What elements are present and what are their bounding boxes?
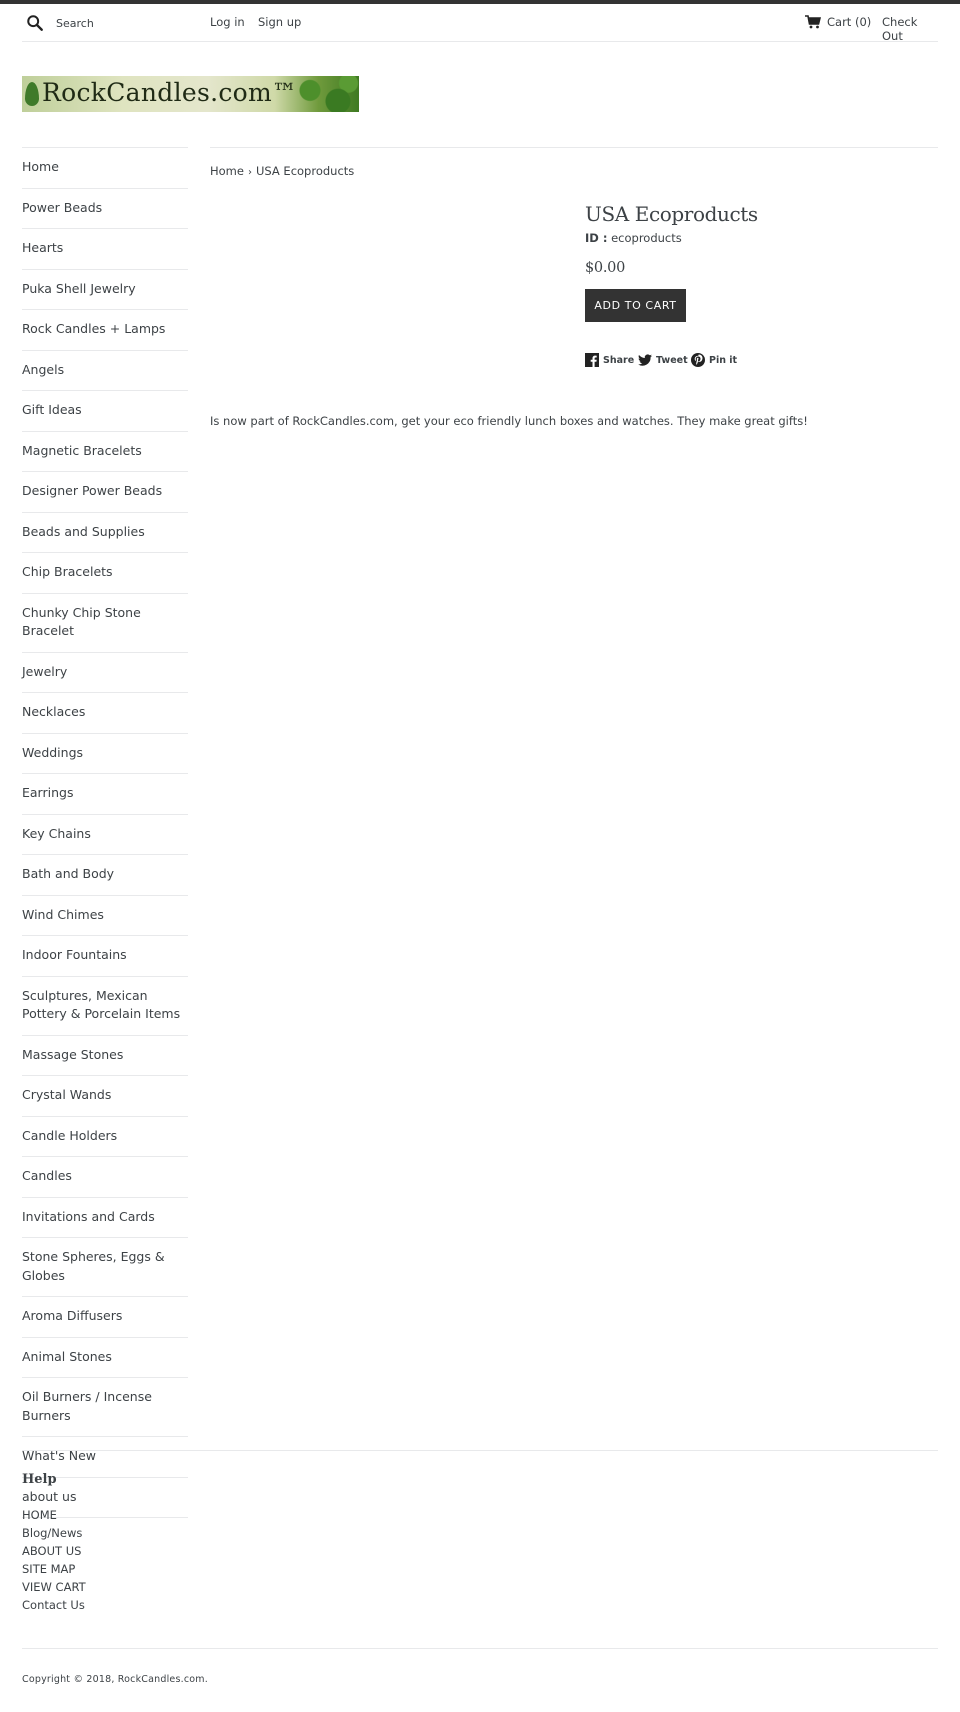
product-price: $0.00 (585, 260, 626, 276)
product-id-value: ecoproducts (611, 231, 682, 245)
facebook-icon (585, 353, 599, 367)
sidebar-item[interactable]: Animal Stones (22, 1338, 188, 1378)
footer-link[interactable]: Contact Us (22, 1596, 86, 1614)
sidebar-item[interactable]: Rock Candles + Lamps (22, 310, 188, 351)
share-twitter-label: Tweet (656, 354, 688, 366)
product-description: Is now part of RockCandles.com, get your… (210, 414, 808, 428)
sidebar-nav: Home Power Beads Hearts Puka Shell Jewelry R… (22, 147, 188, 1518)
breadcrumb-separator: › (247, 167, 252, 178)
sidebar-item[interactable]: Sculptures, Mexican Pottery & Porcelain … (22, 977, 188, 1036)
sidebar-item[interactable]: Crystal Wands (22, 1076, 188, 1117)
sidebar-item[interactable]: Candle Holders (22, 1117, 188, 1157)
sidebar-item[interactable]: Candles (22, 1157, 188, 1198)
add-to-cart-button[interactable]: ADD TO CART (585, 289, 686, 322)
breadcrumb: Home › USA Ecoproducts (210, 164, 354, 178)
sidebar-item[interactable]: Designer Power Beads (22, 472, 188, 513)
sidebar-item[interactable]: Chunky Chip Stone Bracelet (22, 594, 188, 653)
copyright: Copyright © 2018, RockCandles.com. (22, 1674, 208, 1685)
pinterest-icon (691, 353, 705, 367)
footer-link[interactable]: SITE MAP (22, 1560, 86, 1578)
share-facebook-button[interactable]: Share (585, 353, 634, 367)
search-input[interactable] (56, 13, 196, 33)
footer-help-title: Help (22, 1472, 57, 1487)
site-logo[interactable]: RockCandles.com™ (22, 76, 359, 112)
product-id-label: ID : (585, 231, 608, 245)
sidebar-item[interactable]: Massage Stones (22, 1036, 188, 1076)
sidebar-item[interactable]: Gift Ideas (22, 391, 188, 432)
sidebar-item[interactable]: Invitations and Cards (22, 1198, 188, 1238)
share-pinterest-label: Pin it (709, 354, 738, 366)
sidebar-item[interactable]: Angels (22, 351, 188, 391)
main-content-rule (210, 147, 938, 148)
cart-icon[interactable] (805, 15, 821, 29)
sidebar-item[interactable]: Weddings (22, 734, 188, 774)
sidebar-item[interactable]: Chip Bracelets (22, 553, 188, 594)
leaf-icon (25, 82, 39, 106)
share-pinterest-button[interactable]: Pin it (691, 353, 737, 367)
sidebar-item[interactable]: Bath and Body (22, 855, 188, 896)
signup-link[interactable]: Sign up (258, 15, 301, 29)
product-id: ID : ecoproducts (585, 231, 935, 245)
sidebar-item[interactable]: Earrings (22, 774, 188, 815)
footer-bottom-divider (22, 1648, 938, 1649)
sidebar-item[interactable]: Stone Spheres, Eggs & Globes (22, 1238, 188, 1297)
login-link[interactable]: Log in (210, 15, 245, 29)
sidebar-item[interactable]: Home (22, 148, 188, 189)
sidebar-item[interactable]: Puka Shell Jewelry (22, 270, 188, 310)
twitter-icon (638, 354, 652, 366)
product-info: USA Ecoproducts ID : ecoproducts $0.00 A… (585, 200, 935, 322)
share-twitter-button[interactable]: Tweet (638, 353, 688, 367)
footer-link[interactable]: HOME (22, 1506, 86, 1524)
sidebar-item[interactable]: Beads and Supplies (22, 513, 188, 553)
sidebar-item[interactable]: Power Beads (22, 189, 188, 229)
sidebar-item[interactable]: Oil Burners / Incense Burners (22, 1378, 188, 1437)
sidebar-item[interactable]: Magnetic Bracelets (22, 432, 188, 472)
cart-link[interactable]: Cart (0) (827, 15, 871, 29)
breadcrumb-current: USA Ecoproducts (255, 164, 355, 178)
leaves-decoration (289, 76, 359, 112)
product-title: USA Ecoproducts (585, 202, 758, 226)
breadcrumb-home[interactable]: Home (210, 164, 244, 178)
sidebar-item[interactable]: Indoor Fountains (22, 936, 188, 977)
checkout-link[interactable]: Check Out (882, 15, 938, 43)
footer-link[interactable]: VIEW CART (22, 1578, 86, 1596)
search-icon[interactable] (26, 14, 44, 32)
logo-text: RockCandles.com™ (42, 78, 298, 107)
sidebar-item[interactable]: Hearts (22, 229, 188, 270)
sidebar-item[interactable]: Jewelry (22, 653, 188, 693)
footer-link[interactable]: Blog/News (22, 1524, 86, 1542)
sidebar-item[interactable]: Necklaces (22, 693, 188, 734)
sidebar-item[interactable]: Wind Chimes (22, 896, 188, 936)
sidebar-item[interactable]: Aroma Diffusers (22, 1297, 188, 1338)
site-header: Log in Sign up Cart (0) Check Out (22, 4, 938, 43)
footer-help-links: HOME Blog/News ABOUT US SITE MAP VIEW CART Co… (22, 1506, 86, 1614)
footer-divider (22, 1450, 938, 1451)
sidebar-item[interactable]: Key Chains (22, 815, 188, 855)
share-facebook-label: Share (603, 354, 635, 366)
footer-link[interactable]: ABOUT US (22, 1542, 86, 1560)
